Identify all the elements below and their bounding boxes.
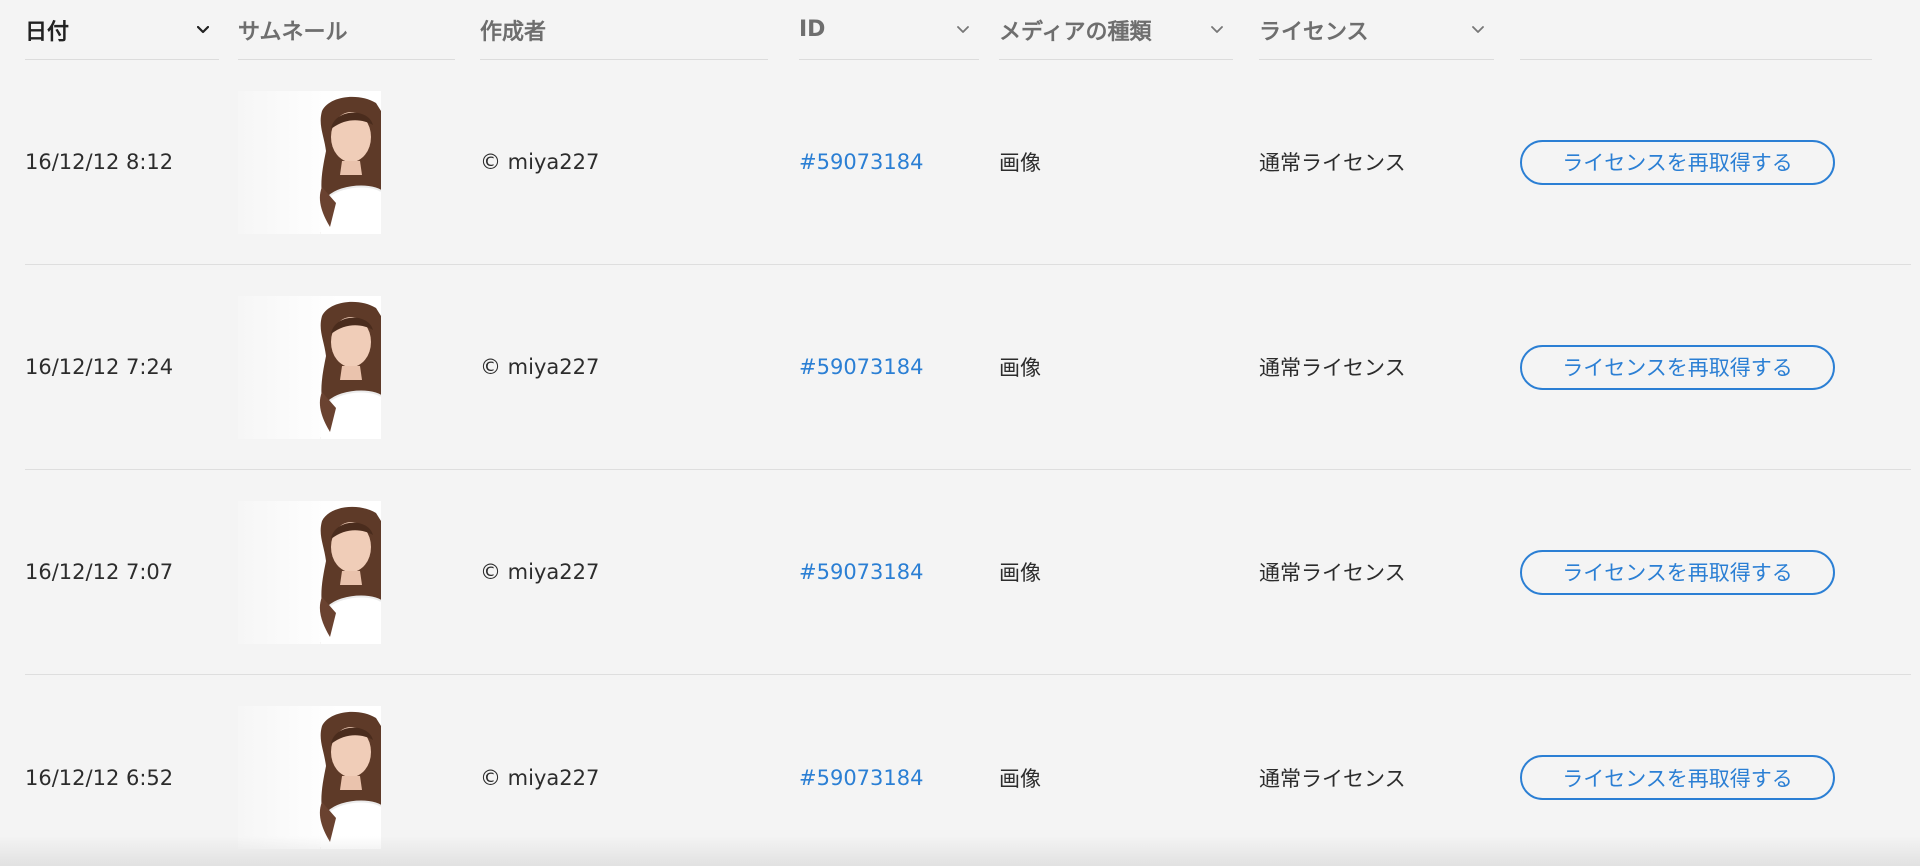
portrait-thumbnail[interactable]: [238, 706, 381, 849]
media-type-cell: 画像: [999, 151, 1041, 175]
date-cell: 16/12/12 7:24: [25, 355, 174, 379]
column-label-date: 日付: [25, 19, 70, 45]
chevron-down-icon[interactable]: [1470, 22, 1486, 38]
chevron-down-icon[interactable]: [195, 22, 211, 38]
action-cell: ライセンスを再取得する: [1520, 675, 1835, 866]
column-header-thumbnail: サムネール: [238, 0, 455, 60]
date-cell: 16/12/12 7:07: [25, 560, 174, 584]
relicense-button[interactable]: ライセンスを再取得する: [1520, 755, 1835, 800]
column-label-author: 作成者: [480, 19, 547, 45]
thumbnail-cell: [238, 265, 381, 469]
thumbnail-cell: [238, 60, 381, 264]
thumbnail-cell: [238, 675, 381, 866]
date-cell: 16/12/12 6:52: [25, 765, 174, 790]
license-cell: 通常ライセンス: [1259, 151, 1406, 175]
column-label-id: ID: [799, 17, 826, 42]
column-header-action: [1520, 0, 1872, 60]
table-row: 16/12/12 7:24 © miya227 #59073184 画像 通常ラ…: [25, 265, 1911, 470]
license-cell: 通常ライセンス: [1259, 561, 1406, 585]
column-header-media-type[interactable]: メディアの種類: [999, 0, 1233, 60]
media-type-cell: 画像: [999, 766, 1041, 791]
license-cell: 通常ライセンス: [1259, 766, 1406, 791]
column-header-id[interactable]: ID: [799, 0, 979, 60]
column-label-media-type: メディアの種類: [999, 19, 1152, 45]
relicense-button[interactable]: ライセンスを再取得する: [1520, 549, 1835, 595]
date-cell: 16/12/12 8:12: [25, 150, 174, 174]
portrait-thumbnail[interactable]: [238, 90, 381, 234]
author-cell: © miya227: [480, 150, 600, 174]
column-label-license: ライセンス: [1259, 19, 1369, 45]
license-history-table: 日付 サムネール 作成者 ID メディアの種類 ライセンス 16/12/12 8…: [0, 0, 1920, 866]
table-row: 16/12/12 8:12 © miya227 #59073184 画像 通常ラ…: [25, 60, 1911, 265]
author-cell: © miya227: [480, 355, 600, 379]
author-cell: © miya227: [480, 560, 600, 584]
column-header-author: 作成者: [480, 0, 768, 60]
asset-id-link[interactable]: #59073184: [799, 60, 923, 264]
table-row: 16/12/12 6:52 © miya227 #59073184 画像 通常ラ…: [25, 675, 1911, 866]
relicense-button[interactable]: ライセンスを再取得する: [1520, 344, 1835, 390]
asset-id-link[interactable]: #59073184: [799, 470, 923, 674]
media-type-cell: 画像: [999, 356, 1041, 380]
thumbnail-cell: [238, 470, 381, 674]
media-type-cell: 画像: [999, 561, 1041, 585]
portrait-thumbnail[interactable]: [238, 500, 381, 644]
chevron-down-icon[interactable]: [955, 22, 971, 38]
action-cell: ライセンスを再取得する: [1520, 265, 1835, 469]
column-label-thumbnail: サムネール: [238, 19, 348, 45]
license-cell: 通常ライセンス: [1259, 356, 1406, 380]
table-row: 16/12/12 7:07 © miya227 #59073184 画像 通常ラ…: [25, 470, 1911, 675]
relicense-button[interactable]: ライセンスを再取得する: [1520, 139, 1835, 185]
portrait-thumbnail[interactable]: [238, 295, 381, 439]
chevron-down-icon[interactable]: [1209, 22, 1225, 38]
column-header-license[interactable]: ライセンス: [1259, 0, 1494, 60]
action-cell: ライセンスを再取得する: [1520, 60, 1835, 264]
author-cell: © miya227: [480, 765, 600, 790]
asset-id-link[interactable]: #59073184: [799, 265, 923, 469]
action-cell: ライセンスを再取得する: [1520, 470, 1835, 674]
asset-id-link[interactable]: #59073184: [799, 675, 923, 866]
column-header-date[interactable]: 日付: [25, 0, 219, 60]
